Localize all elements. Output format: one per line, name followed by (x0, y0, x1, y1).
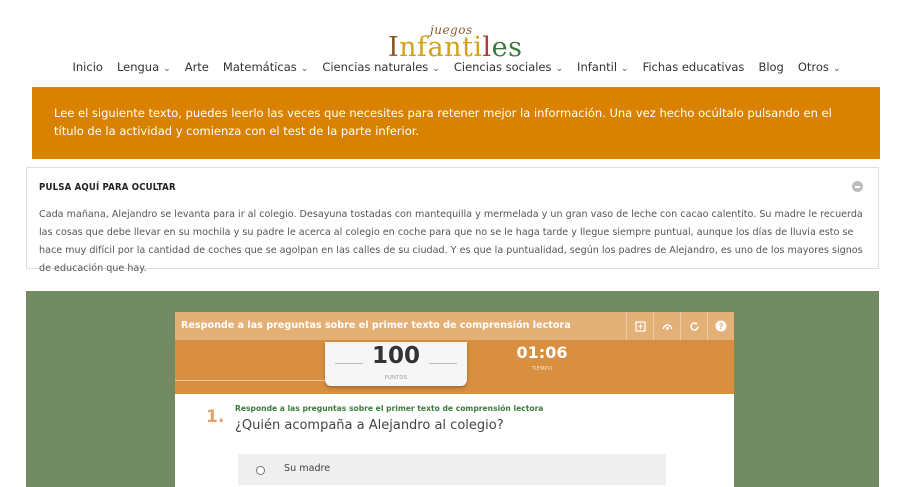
logo-letter: nfanti (399, 32, 483, 63)
nav-item-ciencias-naturales[interactable]: Ciencias naturales ⌄ (322, 60, 440, 74)
nav-item-label: Infantil (577, 60, 618, 74)
fullscreen-icon[interactable] (626, 312, 653, 340)
timer-value: 01:06 (516, 343, 568, 362)
nav-item-otros[interactable]: Otros ⌄ (798, 60, 841, 74)
nav-item-infantil[interactable]: Infantil ⌄ (577, 60, 629, 74)
nav-item-label: Fichas educativas (642, 60, 745, 74)
nav-item-label: Arte (184, 60, 209, 74)
quiz-header: Responde a las preguntas sobre el primer… (175, 312, 734, 340)
nav-item-inicio[interactable]: Inicio (73, 60, 103, 74)
radio-button[interactable] (256, 466, 265, 475)
answer-option-label: Su madre (284, 463, 331, 474)
score-label: PUNTOS (384, 375, 408, 381)
quiz-toolbar: ? (626, 312, 734, 340)
instructions-text: Lee el siguiente texto, puedes leerlo la… (54, 106, 832, 138)
nav-item-lengua[interactable]: Lengua ⌄ (117, 60, 171, 74)
nav-item-label: Ciencias naturales (322, 60, 429, 74)
answer-option[interactable]: Su madre (238, 454, 666, 485)
chevron-down-icon: ⌄ (300, 64, 309, 74)
score-card: 100 PUNTOS (325, 342, 467, 386)
nav-item-label: Otros (797, 60, 829, 74)
nav-item-arte[interactable]: Arte (185, 60, 209, 74)
chevron-down-icon: ⌄ (432, 64, 440, 74)
divider (175, 380, 325, 381)
main-nav: Inicio Lengua ⌄ Arte Matemáticas ⌄ Ciencia… (0, 60, 913, 74)
nav-item-label: Ciencias sociales (453, 60, 552, 74)
nav-item-fichas-educativas[interactable]: Fichas educativas (643, 60, 745, 74)
nav-item-label: Inicio (72, 60, 103, 74)
question-text: ¿Quién acompaña a Alejandro al colegio? (235, 418, 504, 433)
score-band: 100 PUNTOS 01:06 TIEMPO (175, 340, 734, 394)
nav-item-blog[interactable]: Blog (758, 60, 783, 74)
quiz-widget: Responde a las preguntas sobre el primer… (175, 312, 734, 487)
svg-text:?: ? (719, 322, 724, 331)
nav-item-label: Lengua (116, 60, 160, 74)
question-number: 1. (206, 407, 225, 427)
nav-item-matematicas[interactable]: Matemáticas ⌄ (223, 60, 308, 74)
reading-text: Cada mañana, Alejandro se levanta para i… (39, 209, 863, 274)
collapse-icon[interactable] (852, 181, 863, 192)
logo-main-text: Infantiles (388, 32, 523, 63)
quiz-title: Responde a las preguntas sobre el primer… (181, 320, 571, 331)
accordion-toggle-title[interactable]: PULSA AQUÍ PARA OCULTAR (39, 182, 176, 193)
chevron-down-icon: ⌄ (555, 64, 564, 74)
chevron-down-icon: ⌄ (621, 64, 629, 74)
restart-icon[interactable] (680, 312, 707, 340)
question-subtitle: Responde a las preguntas sobre el primer… (235, 404, 544, 413)
stats-icon[interactable] (653, 312, 680, 340)
help-icon[interactable]: ? (707, 312, 734, 340)
nav-item-label: Matemáticas (222, 60, 297, 74)
chevron-down-icon: ⌄ (163, 64, 171, 74)
instructions-banner: Lee el siguiente texto, puedes leerlo la… (32, 87, 880, 159)
nav-item-label: Blog (758, 60, 784, 74)
score-value: 100 (371, 343, 420, 369)
reading-accordion: PULSA AQUÍ PARA OCULTAR Cada mañana, Ale… (26, 167, 879, 274)
timer-label: TIEMPO (531, 366, 553, 372)
logo-letter: es (491, 32, 523, 63)
logo-letter: I (388, 32, 400, 63)
chevron-down-icon: ⌄ (832, 64, 841, 74)
nav-item-ciencias-sociales[interactable]: Ciencias sociales ⌄ (454, 60, 563, 74)
site-logo[interactable]: juegos Infantiles (0, 10, 913, 63)
logo-letter: l (482, 32, 492, 63)
